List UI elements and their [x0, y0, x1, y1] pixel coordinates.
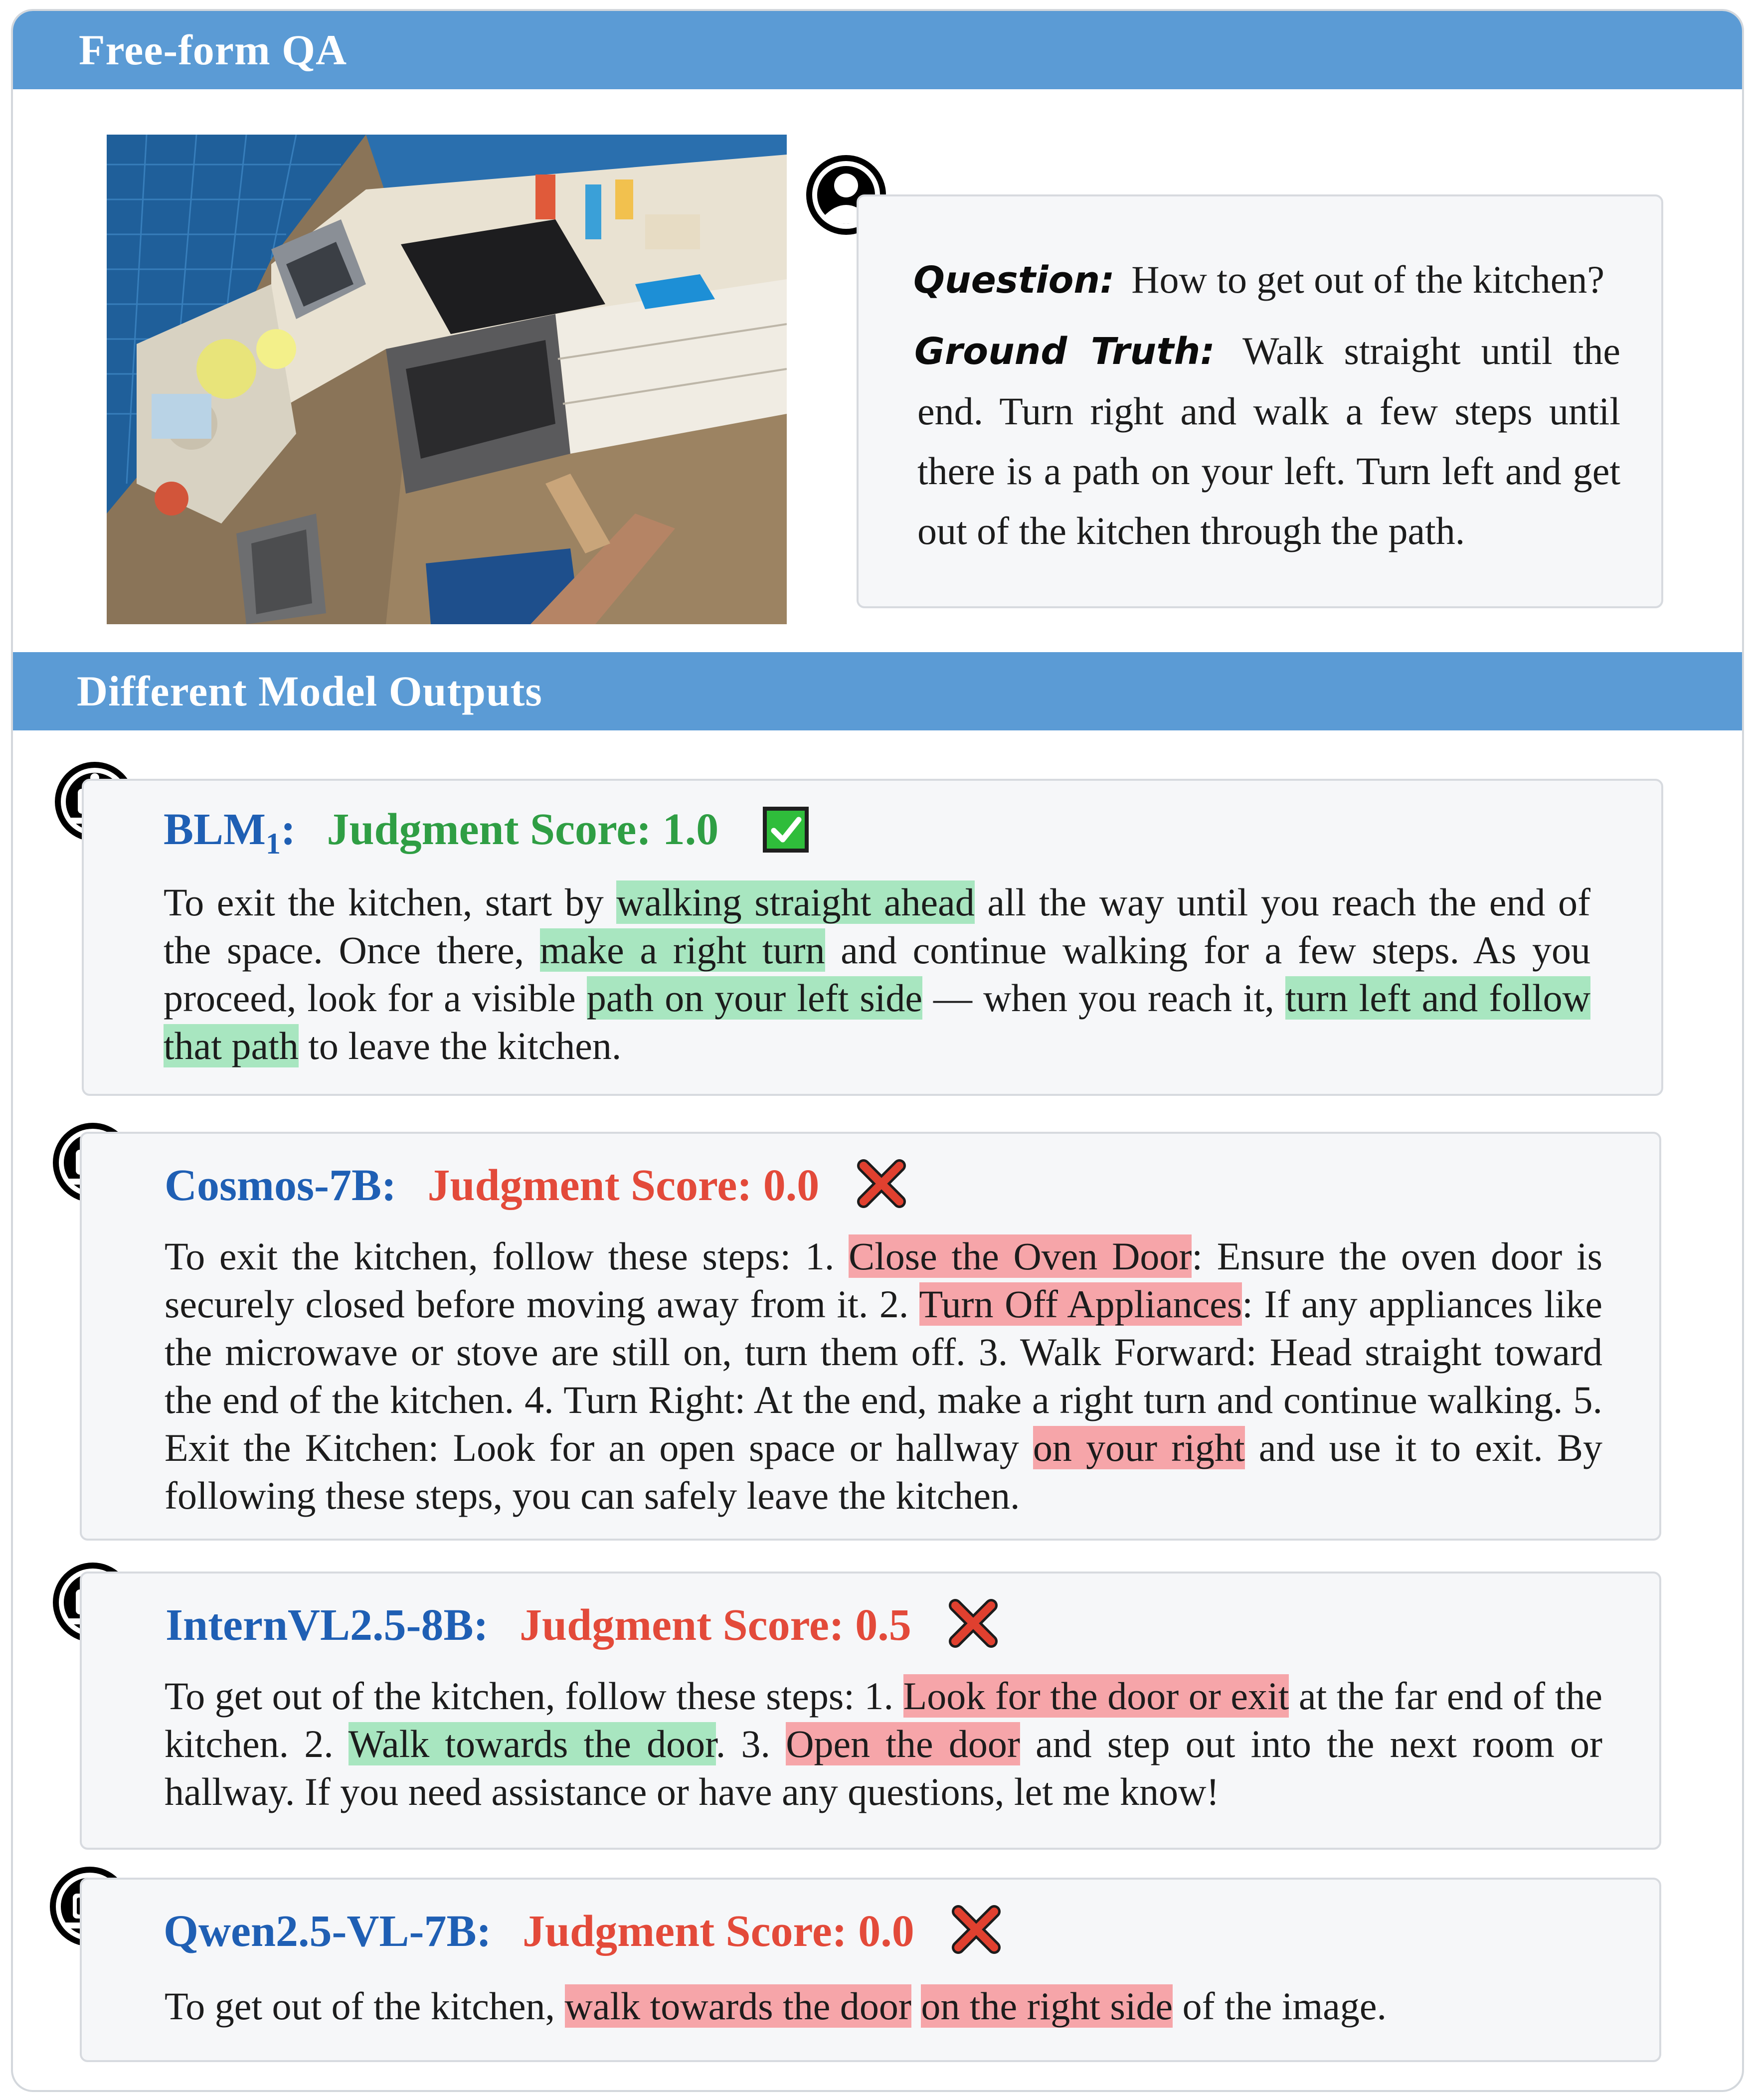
answer-text: . 3. — [715, 1722, 786, 1765]
question-text: How to get out of the kitchen? — [1131, 258, 1604, 301]
correct-highlight: walking straight ahead — [616, 880, 975, 924]
cross-icon — [947, 1597, 999, 1649]
model-name: Cosmos-7B: — [165, 1161, 396, 1210]
model-card-1: BLM1: Judgment Score: 1.0 To exit the ki… — [82, 779, 1663, 1096]
figure-frame: Free-form QA Question: How to get out of… — [11, 9, 1744, 2092]
wrong-highlight: on your right — [1033, 1426, 1245, 1469]
model-header: Qwen2.5-VL-7B: Judgment Score: 0.0 — [164, 1904, 1002, 1961]
section-title: Free-form QA — [79, 26, 348, 74]
judgment-score: Judgment Score: 1.0 — [327, 805, 719, 854]
correct-highlight: make a right turn — [539, 928, 825, 972]
judgment-score: Judgment Score: 0.0 — [427, 1161, 820, 1210]
wrong-highlight: Look for the door or exit — [903, 1674, 1289, 1718]
question-line: Question: How to get out of the kitchen? — [913, 258, 1604, 302]
model-name: BLM1: — [164, 805, 296, 860]
model-header: BLM1: Judgment Score: 1.0 — [164, 804, 810, 861]
model-answer: To exit the kitchen, start by walking st… — [164, 878, 1590, 1070]
question-label: Question — [913, 259, 1100, 302]
wrong-highlight: walk towards the door — [564, 1984, 911, 2028]
model-answer: To exit the kitchen, follow these steps:… — [165, 1232, 1602, 1520]
answer-text: of the image. — [1173, 1984, 1387, 2028]
model-answer: To get out of the kitchen, follow these … — [165, 1672, 1602, 1816]
judgment-score: Judgment Score: 0.0 — [522, 1907, 914, 1956]
wrong-highlight: Turn Off Appliances — [919, 1282, 1242, 1326]
model-card-4: Qwen2.5-VL-7B: Judgment Score: 0.0 To ge… — [80, 1878, 1661, 2062]
section-header-outputs: Different Model Outputs — [13, 652, 1742, 730]
answer-text — [911, 1984, 921, 2028]
check-icon — [762, 806, 810, 854]
correct-highlight: Walk towards the door — [348, 1722, 716, 1765]
model-card-3: InternVL2.5-8B: Judgment Score: 0.5 To g… — [80, 1572, 1661, 1850]
answer-text: To get out of the kitchen, — [165, 1984, 565, 2028]
ground-truth-block: Ground Truth: Walk straight until the en… — [914, 329, 1620, 552]
model-name: Qwen2.5-VL-7B: — [164, 1907, 492, 1956]
cross-icon — [856, 1158, 907, 1210]
answer-text: To exit the kitchen, start by — [164, 880, 617, 924]
ground-truth-label: Ground Truth — [914, 330, 1201, 373]
judgment-score: Judgment Score: 0.5 — [520, 1600, 911, 1650]
wrong-highlight: on the right side — [921, 1984, 1173, 2028]
question-card: Question: How to get out of the kitchen?… — [857, 194, 1663, 608]
section-title: Different Model Outputs — [77, 667, 542, 715]
model-answer: To get out of the kitchen, walk towards … — [165, 1982, 1602, 2030]
kitchen-image — [107, 135, 787, 624]
answer-text: — when you reach it, — [922, 976, 1285, 1020]
section-header-qa: Free-form QA — [13, 11, 1742, 89]
answer-text: to leave the kitchen. — [298, 1024, 622, 1067]
wrong-highlight: Close the Oven Door — [849, 1234, 1192, 1278]
model-card-2: Cosmos-7B: Judgment Score: 0.0 To exit t… — [80, 1132, 1661, 1541]
model-name: InternVL2.5-8B: — [166, 1600, 489, 1650]
model-header: InternVL2.5-8B: Judgment Score: 0.5 — [166, 1599, 999, 1655]
wrong-highlight: Open the door — [786, 1722, 1020, 1765]
model-header: Cosmos-7B: Judgment Score: 0.0 — [165, 1158, 907, 1216]
correct-highlight: path on your left side — [586, 976, 922, 1020]
answer-text: To exit the kitchen, follow these steps:… — [165, 1234, 849, 1278]
answer-text: To get out of the kitchen, follow these … — [165, 1674, 903, 1718]
cross-icon — [950, 1904, 1002, 1955]
